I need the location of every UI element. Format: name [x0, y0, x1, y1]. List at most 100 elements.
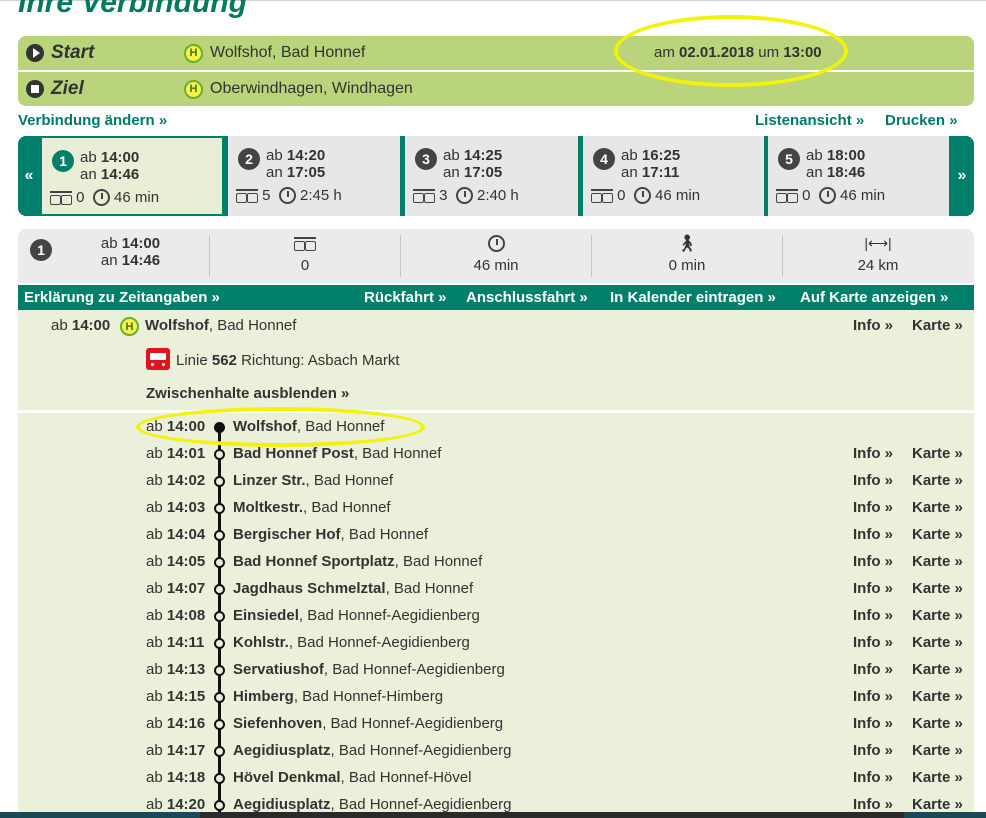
stop-marker: [214, 638, 225, 649]
stopwatch-icon: [455, 187, 473, 204]
stop-map-link[interactable]: Karte »: [912, 445, 963, 462]
horizontal-scrollbar[interactable]: [0, 812, 986, 818]
transfer-icon: [413, 188, 435, 203]
stop-name: Einsiedel, Bad Honnef-Aegidienberg: [233, 607, 480, 624]
stop-name: Moltkestr., Bad Honnef: [233, 499, 391, 516]
scrollbar-thumb[interactable]: [200, 812, 904, 818]
bus-icon: [146, 348, 170, 370]
connection-card-1[interactable]: 1 ab 14:00 an 14:46 0 46 min: [40, 136, 224, 216]
stop-time: ab 14:03: [146, 499, 206, 516]
stop-map-link[interactable]: Karte »: [912, 688, 963, 705]
stop-info-link[interactable]: Info »: [853, 742, 893, 759]
stop-info-link[interactable]: Info »: [853, 634, 893, 651]
ziel-place: Oberwindhagen, Windhagen: [210, 80, 413, 97]
stop-info-link[interactable]: Info »: [853, 553, 893, 570]
transfer-icon: [776, 188, 798, 203]
stop-info-link[interactable]: Info »: [853, 499, 893, 516]
stop-marker: [214, 800, 225, 811]
stop-name: Siefenhoven, Bad Honnef-Aegidienberg: [233, 715, 504, 732]
stop-map-link[interactable]: Karte »: [912, 796, 963, 813]
stop-info-link[interactable]: Info »: [853, 661, 893, 678]
connection-card-5[interactable]: 5 ab 18:00 an 18:46 0 46 min: [768, 136, 949, 216]
stop-map-link[interactable]: Karte »: [912, 607, 963, 624]
stop-time: ab 14:02: [146, 472, 206, 489]
show-on-map-link[interactable]: Auf Karte anzeigen »: [800, 289, 948, 306]
stop-name: Himberg, Bad Honnef-Himberg: [233, 688, 444, 705]
stop-map-link[interactable]: Karte »: [912, 580, 963, 597]
stop-time: ab 14:15: [146, 688, 206, 705]
stop-map-link[interactable]: Karte »: [912, 742, 963, 759]
connecting-trip-link[interactable]: Anschlussfahrt »: [466, 289, 588, 306]
stop-info-link[interactable]: Info »: [853, 445, 893, 462]
action-bar: Erklärung zu Zeitangaben » Rückfahrt » A…: [18, 285, 974, 310]
stop-info-link[interactable]: Info »: [853, 580, 893, 597]
transfer-icon: [591, 188, 613, 203]
print-link[interactable]: Drucken »: [885, 112, 958, 129]
stop-map-link[interactable]: Karte »: [912, 553, 963, 570]
transfer-icon: [50, 190, 72, 205]
connection-card-3[interactable]: 3 ab 14:25 an 17:05 3 2:40 h: [405, 136, 578, 216]
transfer-icon: [236, 188, 258, 203]
stop-info-link[interactable]: Info »: [853, 607, 893, 624]
connection-dep: 14:00: [100, 149, 140, 166]
return-trip-link[interactable]: Rückfahrt »: [364, 289, 447, 306]
connection-arr: 14:46: [100, 166, 140, 183]
connection-card-4[interactable]: 4 ab 16:25 an 17:11 0 46 min: [583, 136, 764, 216]
stop-map-link[interactable]: Karte »: [912, 634, 963, 651]
stop-info-link[interactable]: Info »: [853, 472, 893, 489]
stop-name: Bad Honnef Post, Bad Honnef: [233, 445, 442, 462]
carousel-prev-button[interactable]: «: [18, 136, 40, 216]
stopwatch-icon: [633, 187, 651, 204]
stopwatch-icon: [92, 189, 110, 206]
stop-map-link[interactable]: Karte »: [912, 661, 963, 678]
stop-map-link[interactable]: Karte »: [912, 526, 963, 543]
stop-info-link[interactable]: Info »: [853, 526, 893, 543]
connection-card-2[interactable]: 2 ab 14:20 an 17:05 5 2:45 h: [228, 136, 400, 216]
transfer-icon: [294, 237, 316, 251]
leg-map-link[interactable]: Karte »: [912, 317, 963, 334]
summary-arr: 14:46: [121, 252, 161, 269]
stop-time: ab 14:16: [146, 715, 206, 732]
stop-map-link[interactable]: Karte »: [912, 472, 963, 489]
stop-time: ab 14:18: [146, 769, 206, 786]
stop-info-link[interactable]: Info »: [853, 688, 893, 705]
stop-time: ab 14:17: [146, 742, 206, 759]
stop-info-link[interactable]: Info »: [853, 796, 893, 813]
leg-stop: Wolfshof, Bad Honnef: [145, 317, 297, 334]
stop-marker: [214, 611, 225, 622]
stop-name: Hövel Denkmal, Bad Honnef-Hövel: [233, 769, 472, 786]
explain-times-link[interactable]: Erklärung zu Zeitangaben »: [24, 289, 220, 306]
leg-info-link[interactable]: Info »: [853, 317, 893, 334]
stop-name: Servatiushof, Bad Honnef-Aegidienberg: [233, 661, 505, 678]
stop-name: Aegidiusplatz, Bad Honnef-Aegidienberg: [233, 796, 512, 813]
stop-time: ab 14:08: [146, 607, 206, 624]
summary-dep: 14:00: [121, 235, 161, 252]
connection-summary: 1 ab 14:00 an 14:46 0 46 min 🚶︎ 0 min |⟷…: [18, 229, 974, 283]
stopwatch-icon: [487, 235, 505, 252]
list-view-link[interactable]: Listenansicht »: [755, 112, 864, 129]
stop-marker: [214, 665, 225, 676]
stop-marker: [214, 584, 225, 595]
trip-details: ab 14:00 H Wolfshof, Bad Honnef Info » K…: [18, 310, 974, 818]
stop-map-link[interactable]: Karte »: [912, 499, 963, 516]
carousel-next-button[interactable]: »: [950, 136, 974, 216]
stop-time: ab 14:13: [146, 661, 206, 678]
toggle-intermediate-stops[interactable]: Zwischenhalte ausblenden »: [146, 385, 349, 402]
stop-marker: [214, 530, 225, 541]
stop-marker: [214, 557, 225, 568]
stop-info-link[interactable]: Info »: [853, 715, 893, 732]
connection-number: 2: [238, 148, 260, 170]
stop-time: ab 14:11: [146, 634, 205, 651]
stop-map-link[interactable]: Karte »: [912, 769, 963, 786]
stop-icon: [26, 80, 44, 98]
add-to-calendar-link[interactable]: In Kalender eintragen »: [610, 289, 776, 306]
change-connection-link[interactable]: Verbindung ändern »: [18, 112, 167, 129]
stop-time: ab 14:04: [146, 526, 206, 543]
stop-marker: [214, 719, 225, 730]
page-title: Ihre Verbindung: [18, 0, 247, 19]
stop-map-link[interactable]: Karte »: [912, 715, 963, 732]
summary-distance: 24 km: [857, 257, 899, 274]
connection-number: 3: [415, 148, 437, 170]
connection-number: 4: [593, 148, 615, 170]
stop-info-link[interactable]: Info »: [853, 769, 893, 786]
